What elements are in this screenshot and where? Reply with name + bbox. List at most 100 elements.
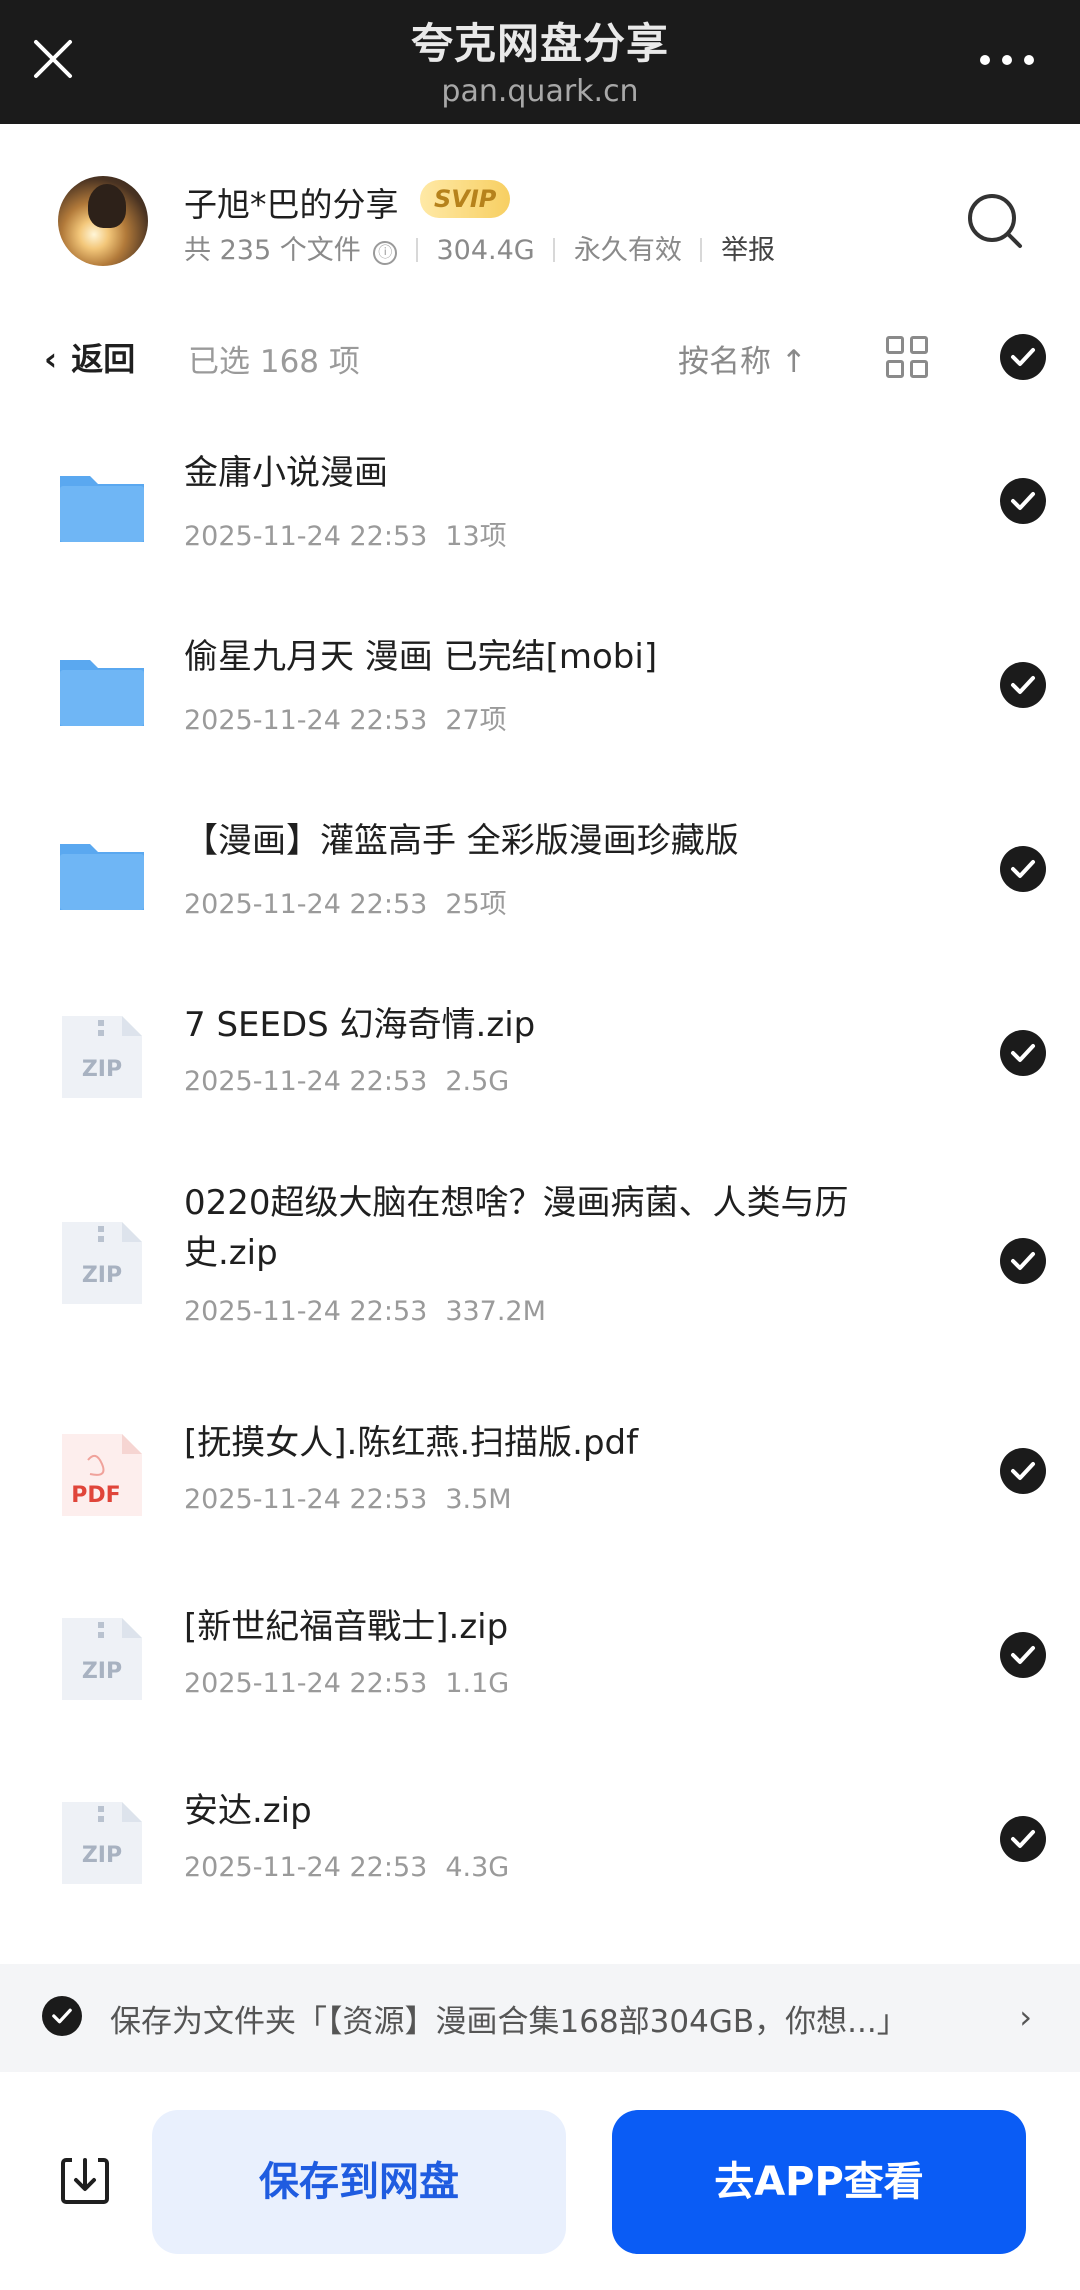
file-meta: 2025-11-24 22:53 25项: [184, 882, 507, 921]
file-date: 2025-11-24 22:53: [184, 1668, 428, 1699]
total-size: 304.4G: [436, 235, 535, 266]
file-size: 4.3G: [445, 1852, 510, 1883]
file-date: 2025-11-24 22:53: [184, 1066, 428, 1097]
search-icon: [968, 194, 1022, 248]
download-icon: [61, 2158, 109, 2204]
save-as-folder-bar[interactable]: 保存为文件夹「【资源】漫画合集168部304GB，你想...」 ›: [0, 1964, 1080, 2072]
file-name: [新世紀福音戰士].zip: [184, 1607, 509, 1647]
file-size: 1.1G: [445, 1668, 510, 1699]
zip-icon-label: ZIP: [82, 1659, 122, 1684]
file-meta: 2025-11-24 22:53 27项: [184, 698, 507, 737]
zip-icon: ZIP: [58, 1614, 146, 1704]
save-to-drive-button[interactable]: 保存到网盘: [152, 2110, 566, 2254]
select-all-checkbox[interactable]: [1000, 334, 1046, 380]
row-checkbox[interactable]: [1000, 1030, 1046, 1076]
row-checkbox[interactable]: [1000, 1238, 1046, 1284]
more-dot-icon: [980, 55, 990, 65]
selection-toolbar: ‹ 返回 已选 168 项 按名称 ↑: [0, 318, 1080, 398]
file-size: 2.5G: [445, 1066, 510, 1097]
svip-badge: SVIP: [420, 180, 511, 218]
page-title: 夸克网盘分享: [410, 19, 669, 68]
check-icon: [1011, 860, 1035, 878]
sort-button[interactable]: 按名称 ↑: [678, 336, 807, 381]
file-name: 【漫画】灌篮高手 全彩版漫画珍藏版: [184, 821, 739, 861]
divider: [700, 238, 703, 262]
check-icon: [1011, 348, 1035, 366]
file-meta: 2025-11-24 22:53 2.5G: [184, 1066, 509, 1097]
file-name: 偷星九月天 漫画 已完结[mobi]: [184, 637, 658, 677]
share-title: 子旭*巴的分享: [184, 185, 399, 224]
list-item[interactable]: PDF [抚摸女人].陈红燕.扫描版.pdf 2025-11-24 22:53 3…: [0, 1380, 1080, 1560]
selected-count: 已选 168 项: [188, 344, 360, 380]
report-link[interactable]: 举报: [721, 235, 775, 266]
list-item[interactable]: 金庸小说漫画 2025-11-24 22:53 13项: [0, 410, 1080, 590]
file-meta: 2025-11-24 22:53 4.3G: [184, 1852, 509, 1883]
folder-icon: [58, 644, 146, 734]
file-date: 2025-11-24 22:53: [184, 1296, 428, 1327]
file-meta: 2025-11-24 22:53 1.1G: [184, 1668, 509, 1699]
file-date: 2025-11-24 22:53: [184, 1484, 428, 1515]
grid-icon: [886, 360, 904, 378]
divider: [415, 238, 418, 262]
list-item[interactable]: ZIP [新世紀福音戰士].zip 2025-11-24 22:53 1.1G: [0, 1564, 1080, 1744]
check-icon: [52, 2008, 72, 2024]
validity: 永久有效: [573, 235, 682, 266]
bottom-action-bar: 保存到网盘 去APP查看: [0, 2072, 1080, 2290]
file-name: 0220超级大脑在想啥？漫画病菌、人类与历史.zip: [184, 1183, 849, 1273]
zip-icon: ZIP: [58, 1798, 146, 1888]
zip-icon: ZIP: [58, 1012, 146, 1102]
row-checkbox[interactable]: [1000, 478, 1046, 524]
chevron-left-icon: ‹: [44, 340, 58, 378]
divider: [553, 238, 556, 262]
grid-icon: [910, 336, 928, 354]
file-size: 3.5M: [445, 1484, 512, 1515]
list-item[interactable]: 【漫画】灌篮高手 全彩版漫画珍藏版 2025-11-24 22:53 25项: [0, 778, 1080, 958]
pdf-icon: PDF: [58, 1430, 146, 1520]
search-button[interactable]: [964, 190, 1028, 254]
file-size: 27项: [445, 705, 507, 736]
check-icon: [1011, 1044, 1035, 1062]
list-item[interactable]: ZIP 安达.zip 2025-11-24 22:53 4.3G: [0, 1748, 1080, 1928]
download-button[interactable]: [58, 2154, 112, 2208]
back-label: 返回: [71, 340, 136, 378]
file-date: 2025-11-24 22:53: [184, 1852, 428, 1883]
row-checkbox[interactable]: [1000, 662, 1046, 708]
file-name: 金庸小说漫画: [184, 453, 388, 493]
avatar[interactable]: [58, 176, 148, 266]
zip-icon: ZIP: [58, 1218, 146, 1308]
more-button[interactable]: [980, 50, 1036, 70]
row-checkbox[interactable]: [1000, 1448, 1046, 1494]
check-icon: [1011, 1830, 1035, 1848]
file-date: 2025-11-24 22:53: [184, 521, 428, 552]
file-date: 2025-11-24 22:53: [184, 889, 428, 920]
row-checkbox[interactable]: [1000, 1816, 1046, 1862]
list-item[interactable]: ZIP 7 SEEDS 幻海奇情.zip 2025-11-24 22:53 2.5…: [0, 962, 1080, 1142]
file-meta: 2025-11-24 22:53 337.2M: [184, 1296, 546, 1327]
grid-view-button[interactable]: [884, 334, 932, 382]
share-header: 子旭*巴的分享 SVIP 共 235 个文件 ⓘ 304.4G 永久有效 举报: [0, 124, 1080, 304]
chevron-right-icon[interactable]: ›: [1019, 1998, 1032, 2036]
page-url: pan.quark.cn: [441, 74, 639, 109]
check-icon: [1011, 1252, 1035, 1270]
zip-icon-label: ZIP: [82, 1843, 122, 1868]
check-icon: [1011, 676, 1035, 694]
save-as-folder-text: 保存为文件夹「【资源】漫画合集168部304GB，你想...」: [110, 2004, 908, 2040]
check-icon: [1011, 1646, 1035, 1664]
list-item[interactable]: ZIP 0220超级大脑在想啥？漫画病菌、人类与历史.zip 2025-11-2…: [0, 1146, 1080, 1376]
zip-icon-label: ZIP: [82, 1057, 122, 1082]
row-checkbox[interactable]: [1000, 1632, 1046, 1678]
top-bar: 夸克网盘分享 pan.quark.cn: [0, 0, 1080, 124]
open-in-app-button[interactable]: 去APP查看: [612, 2110, 1026, 2254]
file-name: [抚摸女人].陈红燕.扫描版.pdf: [184, 1423, 639, 1463]
check-icon: [1011, 492, 1035, 510]
file-date: 2025-11-24 22:53: [184, 705, 428, 736]
list-item[interactable]: 偷星九月天 漫画 已完结[mobi] 2025-11-24 22:53 27项: [0, 594, 1080, 774]
file-meta: 2025-11-24 22:53 3.5M: [184, 1484, 512, 1515]
check-icon: [1011, 1462, 1035, 1480]
back-button[interactable]: ‹ 返回: [44, 334, 135, 380]
row-checkbox[interactable]: [1000, 846, 1046, 892]
save-as-checkbox[interactable]: [42, 1996, 82, 2036]
folder-icon: [58, 828, 146, 918]
file-meta: 2025-11-24 22:53 13项: [184, 514, 507, 553]
info-icon[interactable]: ⓘ: [373, 241, 398, 265]
